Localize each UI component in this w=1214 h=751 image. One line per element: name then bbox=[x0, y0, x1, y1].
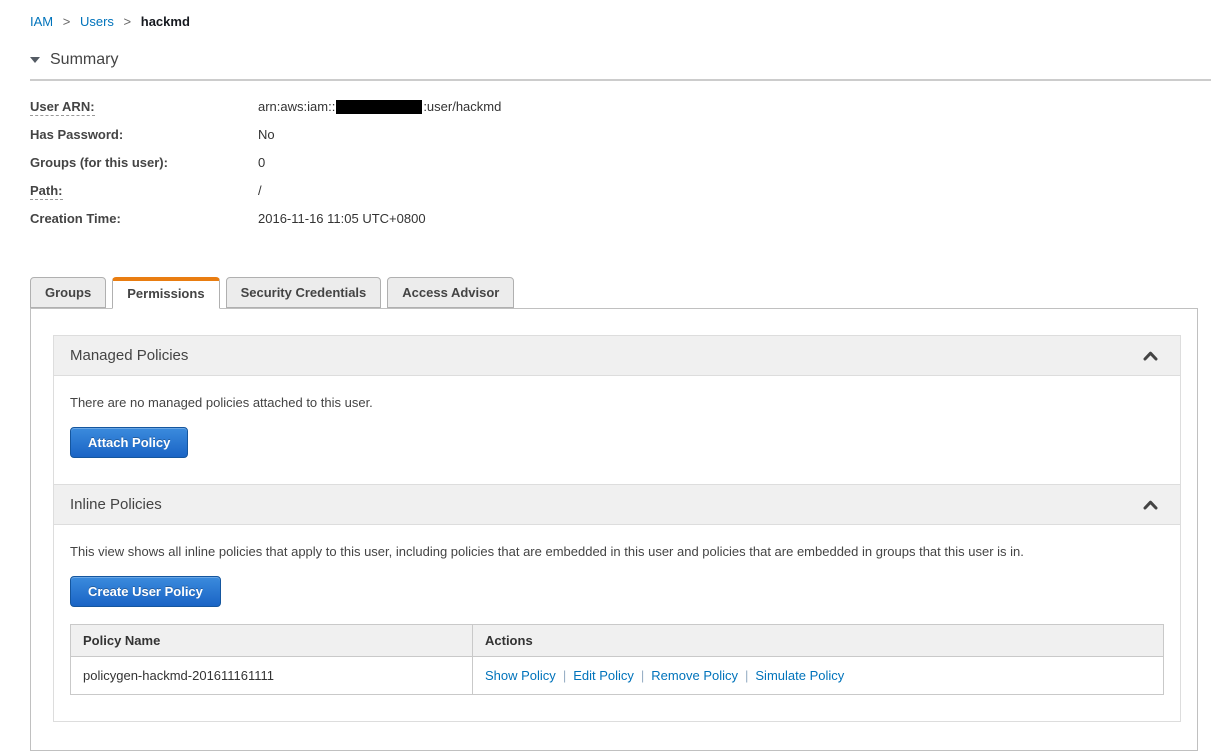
creation-time-label: Creation Time: bbox=[30, 211, 121, 226]
user-arn-label: User ARN: bbox=[30, 99, 95, 116]
edit-policy-link[interactable]: Edit Policy bbox=[573, 668, 634, 683]
create-user-policy-button[interactable]: Create User Policy bbox=[70, 576, 221, 607]
redacted-account-id bbox=[336, 100, 423, 114]
column-header-actions: Actions bbox=[472, 624, 1164, 657]
permissions-tab-content: Managed Policies There are no managed po… bbox=[30, 308, 1198, 751]
policy-actions-cell: Show Policy | Edit Policy | Remove Policy | Si… bbox=[472, 656, 1164, 695]
inline-policies-body: This view shows all inline policies that… bbox=[54, 525, 1180, 721]
has-password-value: No bbox=[258, 127, 275, 142]
policy-name-cell: policygen-hackmd-201611161111 bbox=[70, 656, 473, 695]
summary-section-header: Summary bbox=[30, 51, 1211, 69]
managed-policies-header[interactable]: Managed Policies bbox=[54, 336, 1180, 376]
iam-user-detail-page: IAM > Users > hackmd Summary User ARN: a… bbox=[0, 0, 1214, 751]
simulate-policy-link[interactable]: Simulate Policy bbox=[755, 668, 844, 683]
breadcrumb-separator: > bbox=[62, 14, 71, 29]
managed-policies-body: There are no managed policies attached t… bbox=[54, 376, 1180, 484]
collapse-caret-icon[interactable] bbox=[30, 57, 40, 63]
field-row-has-password: Has Password: No bbox=[30, 126, 1211, 144]
show-policy-link[interactable]: Show Policy bbox=[485, 668, 556, 683]
field-row-user-arn: User ARN: arn:aws:iam:::user/hackmd bbox=[30, 98, 1211, 116]
user-arn-value: arn:aws:iam:::user/hackmd bbox=[258, 99, 502, 114]
inline-policies-description: This view shows all inline policies that… bbox=[70, 544, 1024, 559]
breadcrumb-link-users[interactable]: Users bbox=[80, 14, 114, 29]
path-label: Path: bbox=[30, 183, 63, 200]
breadcrumb-separator: > bbox=[123, 14, 132, 29]
column-header-policy-name: Policy Name bbox=[70, 624, 473, 657]
inline-policies-header[interactable]: Inline Policies bbox=[54, 485, 1180, 525]
action-separator: | bbox=[640, 668, 645, 683]
tab-permissions[interactable]: Permissions bbox=[112, 277, 220, 309]
table-row: policygen-hackmd-201611161111 Show Polic… bbox=[70, 656, 1164, 695]
field-row-groups: Groups (for this user): 0 bbox=[30, 154, 1211, 172]
field-row-creation-time: Creation Time: 2016-11-16 11:05 UTC+0800 bbox=[30, 210, 1211, 228]
tab-strip: Groups Permissions Security Credentials … bbox=[30, 277, 1211, 309]
path-value: / bbox=[258, 183, 262, 198]
breadcrumb: IAM > Users > hackmd bbox=[30, 14, 1211, 30]
breadcrumb-link-iam[interactable]: IAM bbox=[30, 14, 53, 29]
groups-label: Groups (for this user): bbox=[30, 155, 168, 170]
has-password-label: Has Password: bbox=[30, 127, 124, 142]
field-row-path: Path: / bbox=[30, 182, 1211, 200]
summary-fields: User ARN: arn:aws:iam:::user/hackmd Has … bbox=[30, 98, 1211, 228]
action-separator: | bbox=[745, 668, 749, 683]
inline-policies-title: Inline Policies bbox=[70, 496, 162, 513]
groups-value: 0 bbox=[258, 155, 266, 170]
summary-title: Summary bbox=[50, 51, 119, 68]
creation-time-value: 2016-11-16 11:05 UTC+0800 bbox=[258, 211, 426, 226]
inline-policies-table: Policy Name Actions policygen-hackmd-201… bbox=[70, 624, 1164, 695]
managed-policies-title: Managed Policies bbox=[70, 347, 189, 364]
no-managed-policies-text: There are no managed policies attached t… bbox=[70, 395, 373, 410]
table-header-row: Policy Name Actions bbox=[70, 624, 1164, 657]
managed-policies-panel: Managed Policies There are no managed po… bbox=[53, 335, 1181, 485]
attach-policy-button[interactable]: Attach Policy bbox=[70, 427, 189, 458]
inline-policies-panel: Inline Policies This view shows all inli… bbox=[53, 484, 1181, 722]
chevron-up-icon[interactable] bbox=[1143, 500, 1158, 510]
tab-security-credentials[interactable]: Security Credentials bbox=[225, 277, 382, 308]
action-separator: | bbox=[562, 668, 567, 683]
chevron-up-icon[interactable] bbox=[1143, 351, 1158, 361]
tab-groups[interactable]: Groups bbox=[30, 277, 107, 308]
tab-access-advisor[interactable]: Access Advisor bbox=[387, 277, 515, 308]
summary-divider bbox=[30, 79, 1211, 81]
remove-policy-link[interactable]: Remove Policy bbox=[651, 668, 738, 683]
breadcrumb-current-user: hackmd bbox=[140, 14, 190, 29]
